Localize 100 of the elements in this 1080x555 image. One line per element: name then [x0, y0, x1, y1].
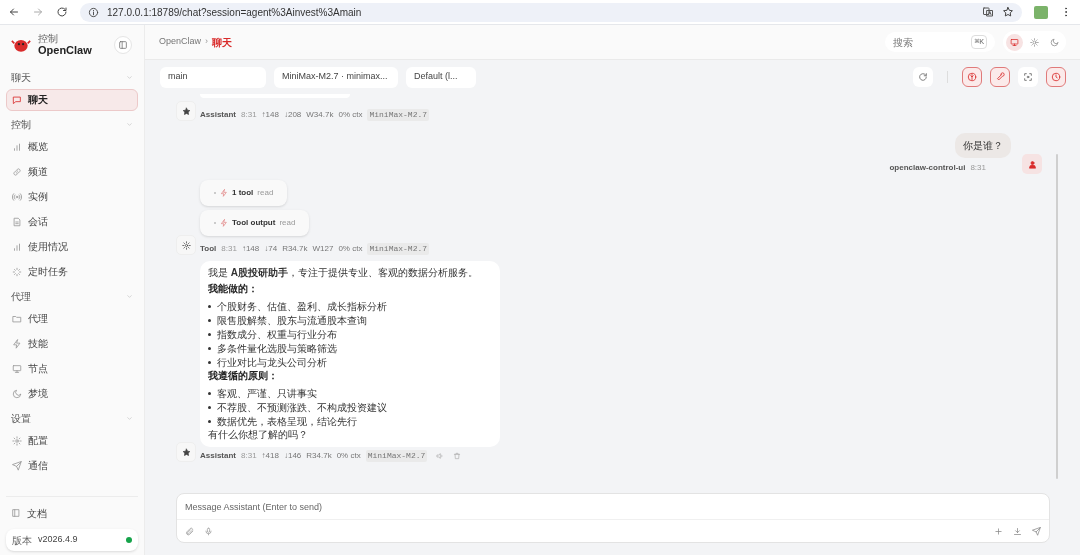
breadcrumb-link[interactable]: OpenClaw	[159, 35, 202, 49]
tool-card[interactable]: 1 tool read	[200, 180, 288, 206]
chevron-icon[interactable]	[126, 121, 133, 128]
nav-item[interactable]: 节点	[6, 357, 138, 380]
message-text: 有什么你想了解的吗？	[208, 428, 309, 442]
list-item-text: 数据优先，表格呈现，结论先行	[217, 414, 357, 429]
folder-icon	[12, 313, 22, 324]
timestamp: 8:31	[221, 243, 237, 255]
version-label: 版本	[12, 533, 32, 548]
moon-icon	[1050, 37, 1059, 47]
token-stat: 0% ctx	[338, 109, 363, 121]
message-heading: 我能做的：	[208, 282, 259, 296]
sender-name: openclaw-control-ui	[889, 162, 966, 174]
nav-item[interactable]: 聊天	[6, 88, 138, 111]
chart-icon	[12, 141, 22, 152]
nav-item[interactable]: 技能	[6, 332, 138, 355]
brand-name: OpenClaw	[38, 45, 93, 56]
broadcast-icon	[12, 191, 22, 202]
token-stat: 0% ctx	[336, 450, 361, 462]
forward-icon[interactable]	[32, 6, 44, 18]
chevron-icon[interactable]	[126, 74, 133, 81]
lightning-icon	[12, 338, 22, 349]
nav-item[interactable]: 频道	[6, 160, 138, 183]
moon-icon	[12, 388, 22, 399]
version-text: v2026.4.9	[38, 533, 79, 547]
nav-item[interactable]: 通信	[6, 454, 138, 477]
tool-card[interactable]: Tool output read	[200, 210, 310, 236]
section-title: 代理	[11, 290, 31, 304]
speaker-icon[interactable]	[436, 452, 445, 460]
search-input[interactable]: 搜索	[893, 34, 972, 50]
list-item-text: 多条件量化选股与策略筛选	[217, 341, 337, 356]
collapse-sidebar-button[interactable]	[114, 36, 132, 54]
history-button[interactable]	[1046, 67, 1066, 87]
sidebar-panel-icon	[118, 40, 128, 50]
nav-item[interactable]: 概览	[6, 135, 138, 158]
microphone-icon[interactable]	[204, 526, 213, 536]
chevron-icon[interactable]	[126, 415, 133, 422]
star-icon[interactable]	[1002, 6, 1014, 18]
nav-item[interactable]: 实例	[6, 185, 138, 208]
list-item-text: 行业对比与龙头公司分析	[217, 355, 327, 370]
lightning-icon	[220, 189, 228, 197]
token-stat: W34.7k	[306, 109, 334, 121]
list-item-text: 限售股解禁、股东与流通股本查询	[217, 313, 367, 328]
brain-icon	[967, 72, 977, 82]
nav-item[interactable]: 代理	[6, 307, 138, 330]
search-field[interactable]: 搜索 ⌘K	[885, 32, 995, 52]
download-icon[interactable]	[1013, 526, 1022, 536]
chat-icon	[12, 94, 22, 105]
docs-link[interactable]: 文档	[6, 503, 138, 523]
trash-icon[interactable]	[453, 452, 462, 460]
star-icon	[181, 447, 191, 457]
focus-mode-button[interactable]	[1018, 67, 1038, 87]
list-item-text: 不荐股、不预测涨跌、不构成投资建议	[217, 400, 387, 415]
link-icon	[12, 166, 22, 177]
model-tag: MiniMax-M2.7	[367, 243, 430, 255]
message-input[interactable]: Message Assistant (Enter to send)	[177, 494, 1049, 520]
nav-item[interactable]: 配置	[6, 429, 138, 452]
clock-icon	[1051, 72, 1061, 82]
translate-icon[interactable]	[982, 6, 994, 18]
shortcut-hint: ⌘K	[971, 35, 987, 49]
section-title: 设置	[11, 412, 31, 426]
list-item-text: 指数成分、权重与行业分布	[217, 327, 337, 342]
monitor-icon	[1010, 37, 1019, 47]
send-icon	[12, 460, 22, 471]
breadcrumb-separator: ›	[205, 35, 209, 49]
monitor-mode-button[interactable]	[1006, 33, 1023, 51]
refresh-button[interactable]	[913, 67, 933, 87]
dropdown-select[interactable]: main	[160, 66, 266, 88]
message-field[interactable]: Message Assistant (Enter to send)	[176, 493, 1050, 543]
dropdown-select[interactable]: Default (l...	[406, 66, 476, 88]
thinking-toggle-button[interactable]	[962, 67, 982, 87]
scrollbar[interactable]	[1056, 154, 1058, 479]
sender-name: Assistant	[200, 109, 236, 121]
send-icon[interactable]	[1032, 526, 1041, 536]
info-icon[interactable]	[88, 6, 99, 18]
tool-label: 1 tool	[232, 187, 254, 199]
chevron-icon[interactable]	[126, 293, 133, 300]
user-message-bubble: 你是谁？	[955, 133, 1011, 158]
nav-item[interactable]: 会话	[6, 210, 138, 233]
token-stat: R34.7k	[282, 243, 308, 255]
extension-icon[interactable]	[1034, 5, 1048, 19]
timestamp: 8:31	[970, 162, 986, 174]
tools-toggle-button[interactable]	[990, 67, 1010, 87]
address-bar[interactable]: 127.0.0.1:18789/chat?session=agent%3Ainvest%3Amain	[80, 2, 1022, 22]
chart-icon	[12, 241, 22, 252]
token-stat: ↓208	[283, 109, 302, 121]
sun-icon	[1030, 37, 1039, 47]
star-icon	[181, 106, 191, 116]
nav-item[interactable]: 定时任务	[6, 260, 138, 283]
plus-icon[interactable]	[994, 526, 1003, 536]
dropdown-select[interactable]: MiniMax-M2.7 · minimax...	[274, 66, 398, 88]
focus-icon	[1023, 72, 1033, 82]
token-stat: ↑148	[241, 243, 260, 255]
reload-icon[interactable]	[56, 6, 68, 18]
sender-name: Tool	[200, 243, 217, 255]
timestamp: 8:31	[241, 450, 257, 462]
nav-item[interactable]: 使用情况	[6, 235, 138, 258]
back-icon[interactable]	[8, 6, 20, 18]
document-icon	[12, 216, 22, 227]
nav-item[interactable]: 梦境	[6, 382, 138, 405]
